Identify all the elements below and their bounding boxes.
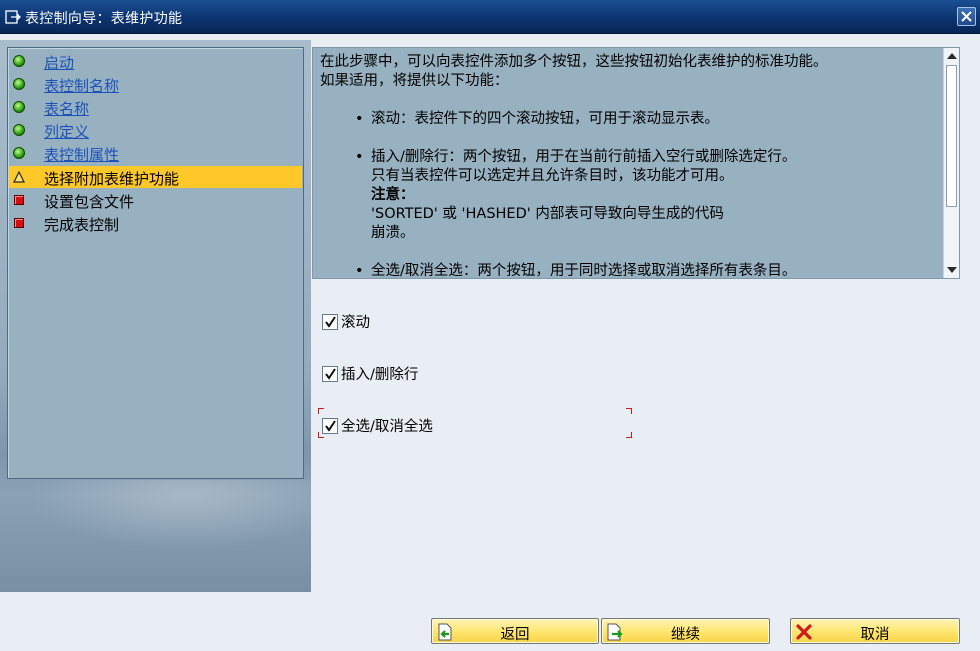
- scroll-up-icon[interactable]: [947, 53, 957, 59]
- checkmark-icon: [325, 367, 336, 380]
- select-all-checkbox[interactable]: [322, 417, 338, 434]
- description-text-area[interactable]: 在此步骤中，可以向表控件添加多个按钮，这些按钮初始化表维护的标准功能。 如果适用…: [312, 47, 960, 279]
- step-column-definition[interactable]: 列定义: [9, 119, 302, 141]
- close-window-button[interactable]: [957, 7, 976, 26]
- step-label[interactable]: 表名称: [44, 98, 89, 119]
- step-start[interactable]: 启动: [9, 50, 302, 72]
- step-label: 选择附加表维护功能: [44, 170, 180, 188]
- feature-bullet-scroll: • 滚动：表控件下的四个滚动按钮，可用于滚动显示表。: [320, 110, 940, 129]
- note-text: 'SORTED' 或 'HASHED' 内部表可导致向导生成的代码: [371, 206, 724, 222]
- window-title: 表控制向导：表维护功能: [25, 11, 183, 27]
- step-pending-icon: [14, 218, 24, 228]
- close-icon: [961, 11, 972, 22]
- note-text: 崩溃。: [371, 225, 415, 241]
- cancel-button-label: 取消: [860, 627, 890, 643]
- scroll-down-icon[interactable]: [947, 267, 957, 273]
- step-label: 设置包含文件: [44, 193, 135, 211]
- step-label[interactable]: 表控制名称: [44, 75, 119, 96]
- back-button-label: 返回: [500, 627, 530, 643]
- option-scroll[interactable]: 滚动: [322, 311, 370, 332]
- step-select-maintenance-functions: 选择附加表维护功能: [9, 166, 302, 188]
- step-complete-icon: [13, 101, 25, 113]
- step-set-include-files: 设置包含文件: [9, 189, 302, 211]
- step-finish-table-control: 完成表控制: [9, 212, 302, 234]
- note-label: 注意：: [371, 187, 415, 203]
- scrollbar-thumb[interactable]: [946, 65, 957, 207]
- step-table-control-attributes[interactable]: 表控制属性: [9, 142, 302, 164]
- step-label[interactable]: 列定义: [44, 121, 89, 142]
- step-pending-icon: [14, 195, 24, 205]
- intro-text: 如果适用，将提供以下功能：: [320, 73, 509, 89]
- back-button[interactable]: 返回: [431, 618, 599, 644]
- step-complete-icon: [13, 78, 25, 90]
- step-label: 完成表控制: [44, 216, 120, 234]
- step-complete-icon: [13, 147, 25, 159]
- wizard-window-icon: [5, 10, 21, 24]
- step-table-control-name[interactable]: 表控制名称: [9, 73, 302, 95]
- feature-bullet-select-all: • 全选/取消全选：两个按钮，用于同时选择或取消选择所有表条目。: [320, 262, 940, 279]
- insert-delete-checkbox[interactable]: [322, 365, 338, 382]
- scroll-option-label[interactable]: 滚动: [341, 311, 370, 332]
- description-scrollbar[interactable]: [943, 48, 959, 278]
- checkmark-icon: [325, 419, 336, 432]
- bullet-text: 滚动：表控件下的四个滚动按钮，可用于滚动显示表。: [371, 111, 719, 127]
- intro-text: 在此步骤中，可以向表控件添加多个按钮，这些按钮初始化表维护的标准功能。: [320, 54, 828, 70]
- scroll-checkbox[interactable]: [322, 313, 338, 330]
- step-table-name[interactable]: 表名称: [9, 96, 302, 118]
- step-complete-icon: [13, 124, 25, 136]
- option-select-all[interactable]: 全选/取消全选: [322, 415, 433, 436]
- option-insert-delete-rows[interactable]: 插入/删除行: [322, 363, 418, 384]
- bullet-text: 只有当表控件可以选定并且允许条目时，该功能才可用。: [371, 168, 734, 184]
- step-label[interactable]: 表控制属性: [44, 144, 119, 165]
- feature-bullet-insert-delete: • 插入/删除行：两个按钮，用于在当前行前插入空行或删除选定行。 只有当表控件可…: [320, 148, 940, 243]
- step-label[interactable]: 启动: [44, 52, 74, 73]
- continue-button[interactable]: 继续: [601, 618, 770, 644]
- bullet-text: 插入/删除行：两个按钮，用于在当前行前插入空行或删除选定行。: [371, 149, 797, 165]
- warning-triangle-icon: [13, 171, 25, 183]
- wizard-steps-list: 启动 表控制名称 表名称 列定义 表控制属性 选择附加表维护功能 设置包含文件 …: [7, 47, 304, 479]
- cancel-button[interactable]: 取消: [790, 618, 960, 644]
- insert-delete-option-label[interactable]: 插入/删除行: [341, 363, 418, 384]
- bullet-text: 全选/取消全选：两个按钮，用于同时选择或取消选择所有表条目。: [371, 263, 797, 279]
- continue-button-label: 继续: [671, 627, 700, 643]
- checkmark-icon: [325, 315, 336, 328]
- select-all-option-label[interactable]: 全选/取消全选: [341, 415, 433, 436]
- step-complete-icon: [13, 55, 25, 67]
- window-title-bar: 表控制向导：表维护功能: [0, 0, 980, 34]
